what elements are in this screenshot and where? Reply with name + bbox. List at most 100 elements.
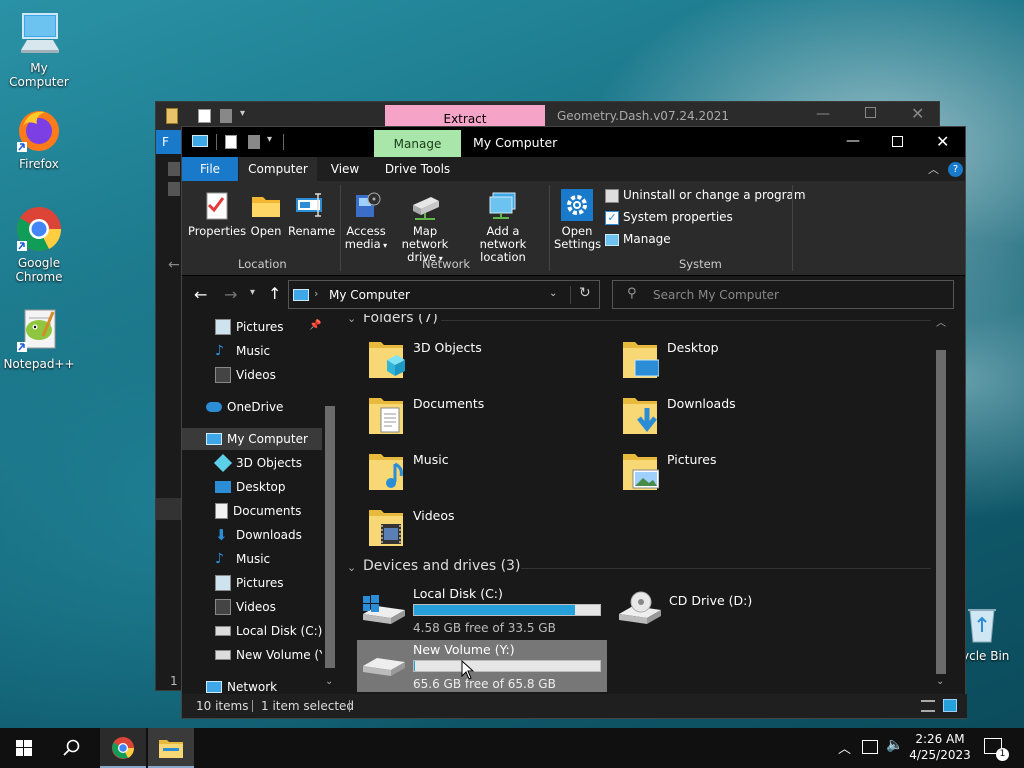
properties-icon (198, 109, 211, 123)
content-scrollbar-thumb[interactable] (936, 350, 946, 674)
folder-documents[interactable]: Documents (367, 392, 587, 442)
chevron-down-icon[interactable]: ⌄ (549, 288, 557, 299)
network-tray-icon[interactable] (862, 740, 878, 754)
uninstall-program-button[interactable]: Uninstall or change a program (605, 188, 806, 203)
maximize-button[interactable] (892, 136, 903, 147)
nav-item-network[interactable]: Network (206, 676, 277, 694)
nav-item-documents[interactable]: Documents (215, 500, 301, 522)
titlebar[interactable]: ▾ Manage My Computer — ✕ (182, 127, 965, 157)
pin-icon[interactable]: 📌 (309, 320, 321, 331)
maximize-button[interactable] (865, 107, 876, 118)
chevron-down-icon[interactable]: ▾ (267, 134, 272, 145)
folder-desktop[interactable]: Desktop (621, 336, 841, 386)
chevron-down-icon[interactable]: ⌄ (936, 676, 944, 687)
properties-button[interactable]: Properties (188, 189, 246, 238)
folder-downloads[interactable]: Downloads (621, 392, 841, 442)
desktop-icon-chrome[interactable]: Google Chrome (1, 205, 77, 284)
minimize-button[interactable]: — (846, 133, 860, 149)
back-arrow-icon[interactable]: ← (168, 257, 180, 273)
rename-button[interactable]: Rename (288, 189, 335, 238)
tab-drive-tools[interactable]: Drive Tools (374, 157, 461, 181)
minimize-button[interactable]: — (816, 106, 830, 122)
refresh-icon[interactable]: ↻ (579, 285, 591, 301)
add-network-location-button[interactable]: Add a network location (462, 189, 544, 264)
chevron-up-icon[interactable]: ︿ (936, 314, 946, 329)
close-button[interactable]: ✕ (911, 104, 924, 123)
nav-item-videos[interactable]: Videos (215, 596, 276, 618)
open-button[interactable]: Open (246, 189, 286, 238)
desktop-icon-label: Notepad++ (3, 357, 75, 371)
nav-item-music[interactable]: ♪ Music (215, 340, 270, 362)
download-arrow-icon: ⬇ (215, 525, 228, 544)
system-properties-button[interactable]: ✓ System properties (605, 210, 733, 225)
pictures-folder-icon (621, 450, 659, 492)
map-network-drive-button[interactable]: Map network drive ▾ (388, 189, 462, 265)
nav-label: Desktop (236, 480, 286, 494)
forward-arrow-icon[interactable]: → (224, 285, 237, 304)
nav-item-music[interactable]: ♪ Music (215, 548, 270, 570)
search-box[interactable]: ⚲ Search My Computer (612, 280, 954, 309)
nav-item-3d-objects[interactable]: 3D Objects (213, 452, 302, 474)
access-media-button[interactable]: Access media ▾ (342, 189, 390, 252)
nav-item-desktop[interactable]: Desktop (215, 476, 286, 498)
recent-locations-icon[interactable]: ▾ (250, 287, 255, 298)
chevron-down-icon[interactable]: ⌄ (325, 676, 333, 687)
nav-item-videos[interactable]: Videos (215, 364, 276, 386)
address-bar[interactable]: › My Computer ⌄ ↻ (288, 280, 600, 309)
desktop-icon-notepadpp[interactable]: Notepad++ (1, 306, 77, 371)
open-settings-button[interactable]: Open Settings (554, 189, 601, 251)
folder-music[interactable]: Music (367, 448, 587, 498)
clock[interactable]: 2:26 AM 4/25/2023 (908, 731, 972, 763)
explorer-window[interactable]: ▾ Manage My Computer — ✕ File Computer V… (181, 126, 967, 719)
chevron-up-icon[interactable]: ︿ (928, 161, 939, 177)
large-icons-view-icon[interactable] (943, 699, 957, 712)
chevron-down-icon[interactable]: ⌄ (347, 314, 356, 325)
folder-label: Pictures (667, 452, 717, 467)
tab-view[interactable]: View (319, 157, 371, 181)
folder-3d-objects[interactable]: 3D Objects (367, 336, 587, 386)
manage-label: Manage (623, 232, 671, 246)
nav-item-pictures[interactable]: Pictures (215, 572, 284, 594)
nav-item-onedrive[interactable]: OneDrive (206, 396, 283, 418)
back-arrow-icon[interactable]: ← (194, 285, 207, 304)
folder-pictures[interactable]: Pictures (621, 448, 841, 498)
desktop-icon-label: My Computer (9, 61, 69, 89)
devices-header[interactable]: Devices and drives (3) (363, 558, 520, 574)
start-button[interactable] (0, 728, 48, 768)
volume-icon[interactable]: 🔈 (886, 737, 903, 753)
nav-item-my-computer[interactable]: My Computer (206, 428, 308, 450)
chevron-down-icon[interactable]: ⌄ (347, 561, 356, 574)
nav-item-downloads[interactable]: ⬇ Downloads (215, 524, 302, 546)
search-icon: ⚲ (627, 286, 637, 301)
nav-scrollbar[interactable]: ⌄ (322, 314, 338, 694)
computer-icon (206, 432, 222, 445)
nav-item-local-disk-c[interactable]: Local Disk (C:) (215, 620, 322, 642)
tab-file[interactable]: File (182, 157, 238, 181)
details-view-icon[interactable] (921, 700, 935, 712)
close-button[interactable]: ✕ (936, 132, 949, 151)
manage-button[interactable]: Manage (605, 232, 671, 246)
show-hidden-icons[interactable]: ︿ (838, 738, 851, 757)
nav-item-new-volume-y[interactable]: New Volume (Y:) (215, 644, 334, 666)
tab-computer[interactable]: Computer (239, 157, 317, 181)
new-folder-icon[interactable] (248, 135, 260, 149)
nav-scrollbar-thumb[interactable] (325, 406, 335, 668)
drive-cd-d[interactable]: CD Drive (D:) (613, 584, 863, 636)
nav-item-pictures[interactable]: Pictures (215, 316, 284, 338)
content-scrollbar[interactable]: ︿ ⌄ (933, 314, 949, 694)
chevron-down-icon[interactable]: ▾ (240, 108, 245, 119)
back-file-tab[interactable]: F (156, 130, 183, 154)
desktop-icon-firefox[interactable]: Firefox (1, 106, 77, 171)
taskbar-chrome[interactable] (100, 728, 146, 768)
help-icon[interactable]: ? (948, 162, 963, 177)
folders-header[interactable]: Folders (7) (363, 314, 438, 326)
properties-icon[interactable] (225, 135, 237, 149)
desktop-icon-my-computer[interactable]: My Computer (1, 10, 77, 89)
drive-new-volume-y[interactable]: New Volume (Y:) 65.6 GB free of 65.8 GB (357, 640, 607, 692)
videos-icon (215, 366, 231, 383)
folder-videos[interactable]: Videos (367, 504, 587, 554)
taskbar-file-explorer[interactable] (148, 728, 194, 768)
search-button[interactable] (48, 728, 96, 768)
up-arrow-icon[interactable]: ↑ (268, 284, 281, 303)
drive-local-disk-c[interactable]: Local Disk (C:) 4.58 GB free of 33.5 GB (357, 584, 607, 636)
